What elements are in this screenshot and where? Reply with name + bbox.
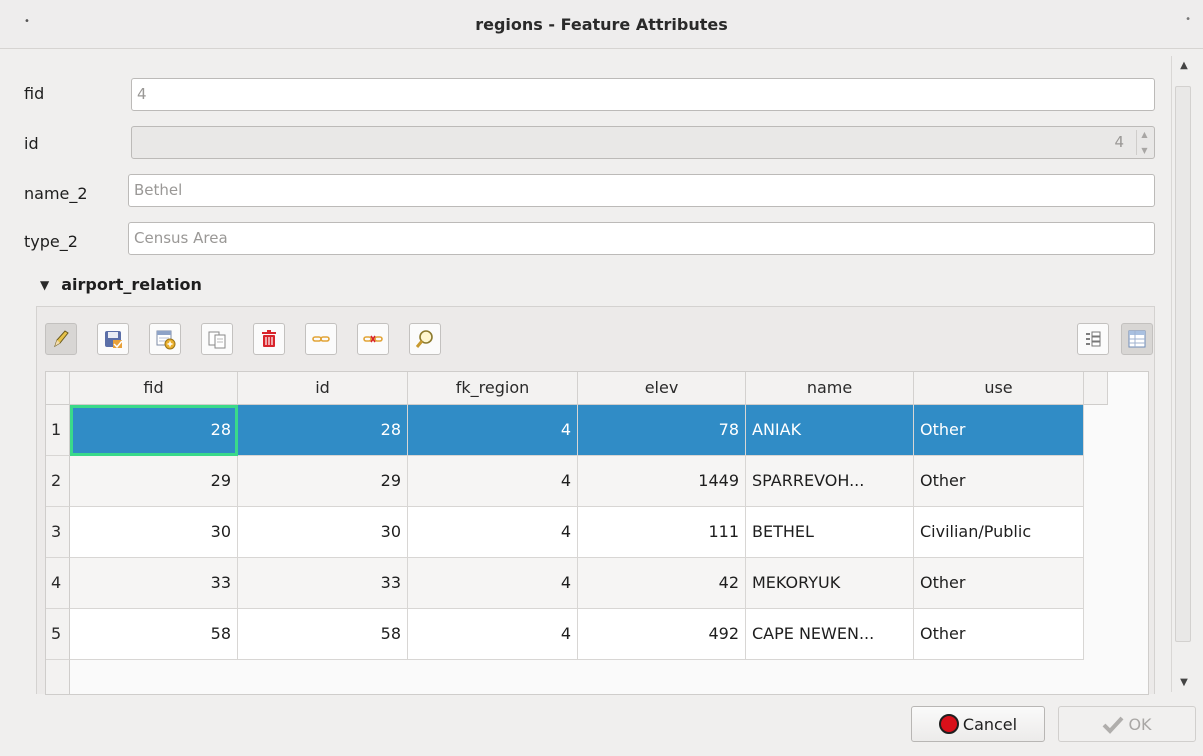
row-header-filler xyxy=(46,660,70,694)
cancel-icon xyxy=(938,714,959,734)
cancel-label: Cancel xyxy=(962,714,1018,734)
cell-elev[interactable]: 492 xyxy=(578,609,746,660)
zoom-icon xyxy=(415,330,433,348)
table-corner[interactable] xyxy=(46,372,70,405)
cell-elev[interactable]: 1449 xyxy=(578,456,746,507)
header-filler xyxy=(1084,372,1108,405)
title-bar: • regions - Feature Attributes • xyxy=(0,0,1203,49)
form-view-button[interactable] xyxy=(1077,323,1109,355)
column-header-fid[interactable]: fid xyxy=(70,372,238,405)
cell-name[interactable]: MEKORYUK xyxy=(746,558,914,609)
cell-use[interactable]: Other xyxy=(914,558,1084,609)
window-menu-icon[interactable]: • xyxy=(24,16,30,27)
relation-panel: fid id fk_region elev name use 1 28 28 4 78 ANIAK Ot… xyxy=(36,306,1155,695)
column-header-use[interactable]: use xyxy=(914,372,1084,405)
cell-name[interactable]: SPARREVOH... xyxy=(746,456,914,507)
spin-up-icon[interactable]: ▲ xyxy=(1141,130,1147,139)
type-2-label: type_2 xyxy=(24,232,78,251)
cell-fid[interactable]: 29 xyxy=(70,456,238,507)
delete-icon xyxy=(262,330,276,347)
cell-use[interactable]: Other xyxy=(914,456,1084,507)
save-icon xyxy=(105,331,123,349)
name-2-field[interactable]: Bethel xyxy=(128,174,1155,207)
cell-use[interactable]: Other xyxy=(914,405,1084,456)
cell-fk-region[interactable]: 4 xyxy=(408,609,578,660)
cell-fk-region[interactable]: 4 xyxy=(408,507,578,558)
column-header-fk-region[interactable]: fk_region xyxy=(408,372,578,405)
row-number[interactable]: 1 xyxy=(46,405,70,456)
row-number[interactable]: 3 xyxy=(46,507,70,558)
cell-name[interactable]: BETHEL xyxy=(746,507,914,558)
vertical-scrollbar[interactable]: ▲ ▼ xyxy=(1171,56,1195,692)
id-value: 4 xyxy=(1114,133,1124,151)
save-edits-button[interactable] xyxy=(97,323,129,355)
ok-label: OK xyxy=(1128,714,1152,734)
cell-id[interactable]: 33 xyxy=(238,558,408,609)
zoom-to-feature-button[interactable] xyxy=(409,323,441,355)
column-header-elev[interactable]: elev xyxy=(578,372,746,405)
spin-down-icon[interactable]: ▼ xyxy=(1141,146,1147,155)
link-icon xyxy=(312,336,330,342)
cell-use[interactable]: Civilian/Public xyxy=(914,507,1084,558)
link-feature-button[interactable] xyxy=(305,323,337,355)
ok-button[interactable]: OK xyxy=(1058,706,1196,742)
cell-use[interactable]: Other xyxy=(914,609,1084,660)
column-header-name[interactable]: name xyxy=(746,372,914,405)
cell-fk-region[interactable]: 4 xyxy=(408,456,578,507)
cell-fk-region[interactable]: 4 xyxy=(408,558,578,609)
type-2-value: Census Area xyxy=(134,229,228,247)
relation-section-header[interactable]: ▼ airport_relation xyxy=(40,275,202,294)
cell-elev[interactable]: 42 xyxy=(578,558,746,609)
duplicate-feature-button[interactable] xyxy=(201,323,233,355)
cell-name[interactable]: CAPE NEWEN... xyxy=(746,609,914,660)
fid-field[interactable]: 4 xyxy=(131,78,1155,111)
scroll-up-icon[interactable]: ▲ xyxy=(1172,60,1196,71)
delete-feature-button[interactable] xyxy=(253,323,285,355)
scrollbar-thumb[interactable] xyxy=(1175,86,1191,642)
cell-fid[interactable]: 28 xyxy=(70,405,238,456)
cell-id[interactable]: 58 xyxy=(238,609,408,660)
id-spinbox[interactable]: 4 ▲ ▼ xyxy=(131,126,1155,159)
duplicate-icon xyxy=(208,331,226,349)
row-number[interactable]: 5 xyxy=(46,609,70,660)
column-header-id[interactable]: id xyxy=(238,372,408,405)
fid-label: fid xyxy=(24,84,45,103)
fid-value: 4 xyxy=(137,85,147,103)
name-2-value: Bethel xyxy=(134,181,183,199)
pencil-icon xyxy=(54,330,69,348)
attribute-table[interactable]: fid id fk_region elev name use 1 28 28 4 78 ANIAK Ot… xyxy=(45,371,1149,695)
collapse-triangle-icon[interactable]: ▼ xyxy=(40,278,49,292)
row-number[interactable]: 2 xyxy=(46,456,70,507)
cell-fid[interactable]: 30 xyxy=(70,507,238,558)
scroll-down-icon[interactable]: ▼ xyxy=(1172,677,1196,688)
add-feature-button[interactable] xyxy=(149,323,181,355)
unlink-icon xyxy=(363,335,383,343)
form-view-icon xyxy=(1086,331,1101,347)
window-title: regions - Feature Attributes xyxy=(475,14,728,34)
cell-elev[interactable]: 78 xyxy=(578,405,746,456)
ok-check-icon xyxy=(1103,716,1124,734)
name-2-label: name_2 xyxy=(24,184,88,203)
type-2-field[interactable]: Census Area xyxy=(128,222,1155,255)
table-view-button[interactable] xyxy=(1121,323,1153,355)
relation-title: airport_relation xyxy=(61,275,202,294)
row-number[interactable]: 4 xyxy=(46,558,70,609)
add-feature-icon xyxy=(156,330,176,350)
spin-arrows[interactable]: ▲ ▼ xyxy=(1136,130,1150,155)
cancel-button[interactable]: Cancel xyxy=(911,706,1045,742)
cell-id[interactable]: 29 xyxy=(238,456,408,507)
cell-fk-region[interactable]: 4 xyxy=(408,405,578,456)
id-label: id xyxy=(24,134,39,153)
cell-elev[interactable]: 111 xyxy=(578,507,746,558)
cell-name[interactable]: ANIAK xyxy=(746,405,914,456)
cell-fid[interactable]: 33 xyxy=(70,558,238,609)
toggle-editing-button[interactable] xyxy=(45,323,77,355)
cell-id[interactable]: 30 xyxy=(238,507,408,558)
window-options-icon[interactable]: • xyxy=(1185,14,1191,25)
cell-fid[interactable]: 58 xyxy=(70,609,238,660)
unlink-feature-button[interactable] xyxy=(357,323,389,355)
table-view-icon xyxy=(1128,330,1146,348)
cell-id[interactable]: 28 xyxy=(238,405,408,456)
